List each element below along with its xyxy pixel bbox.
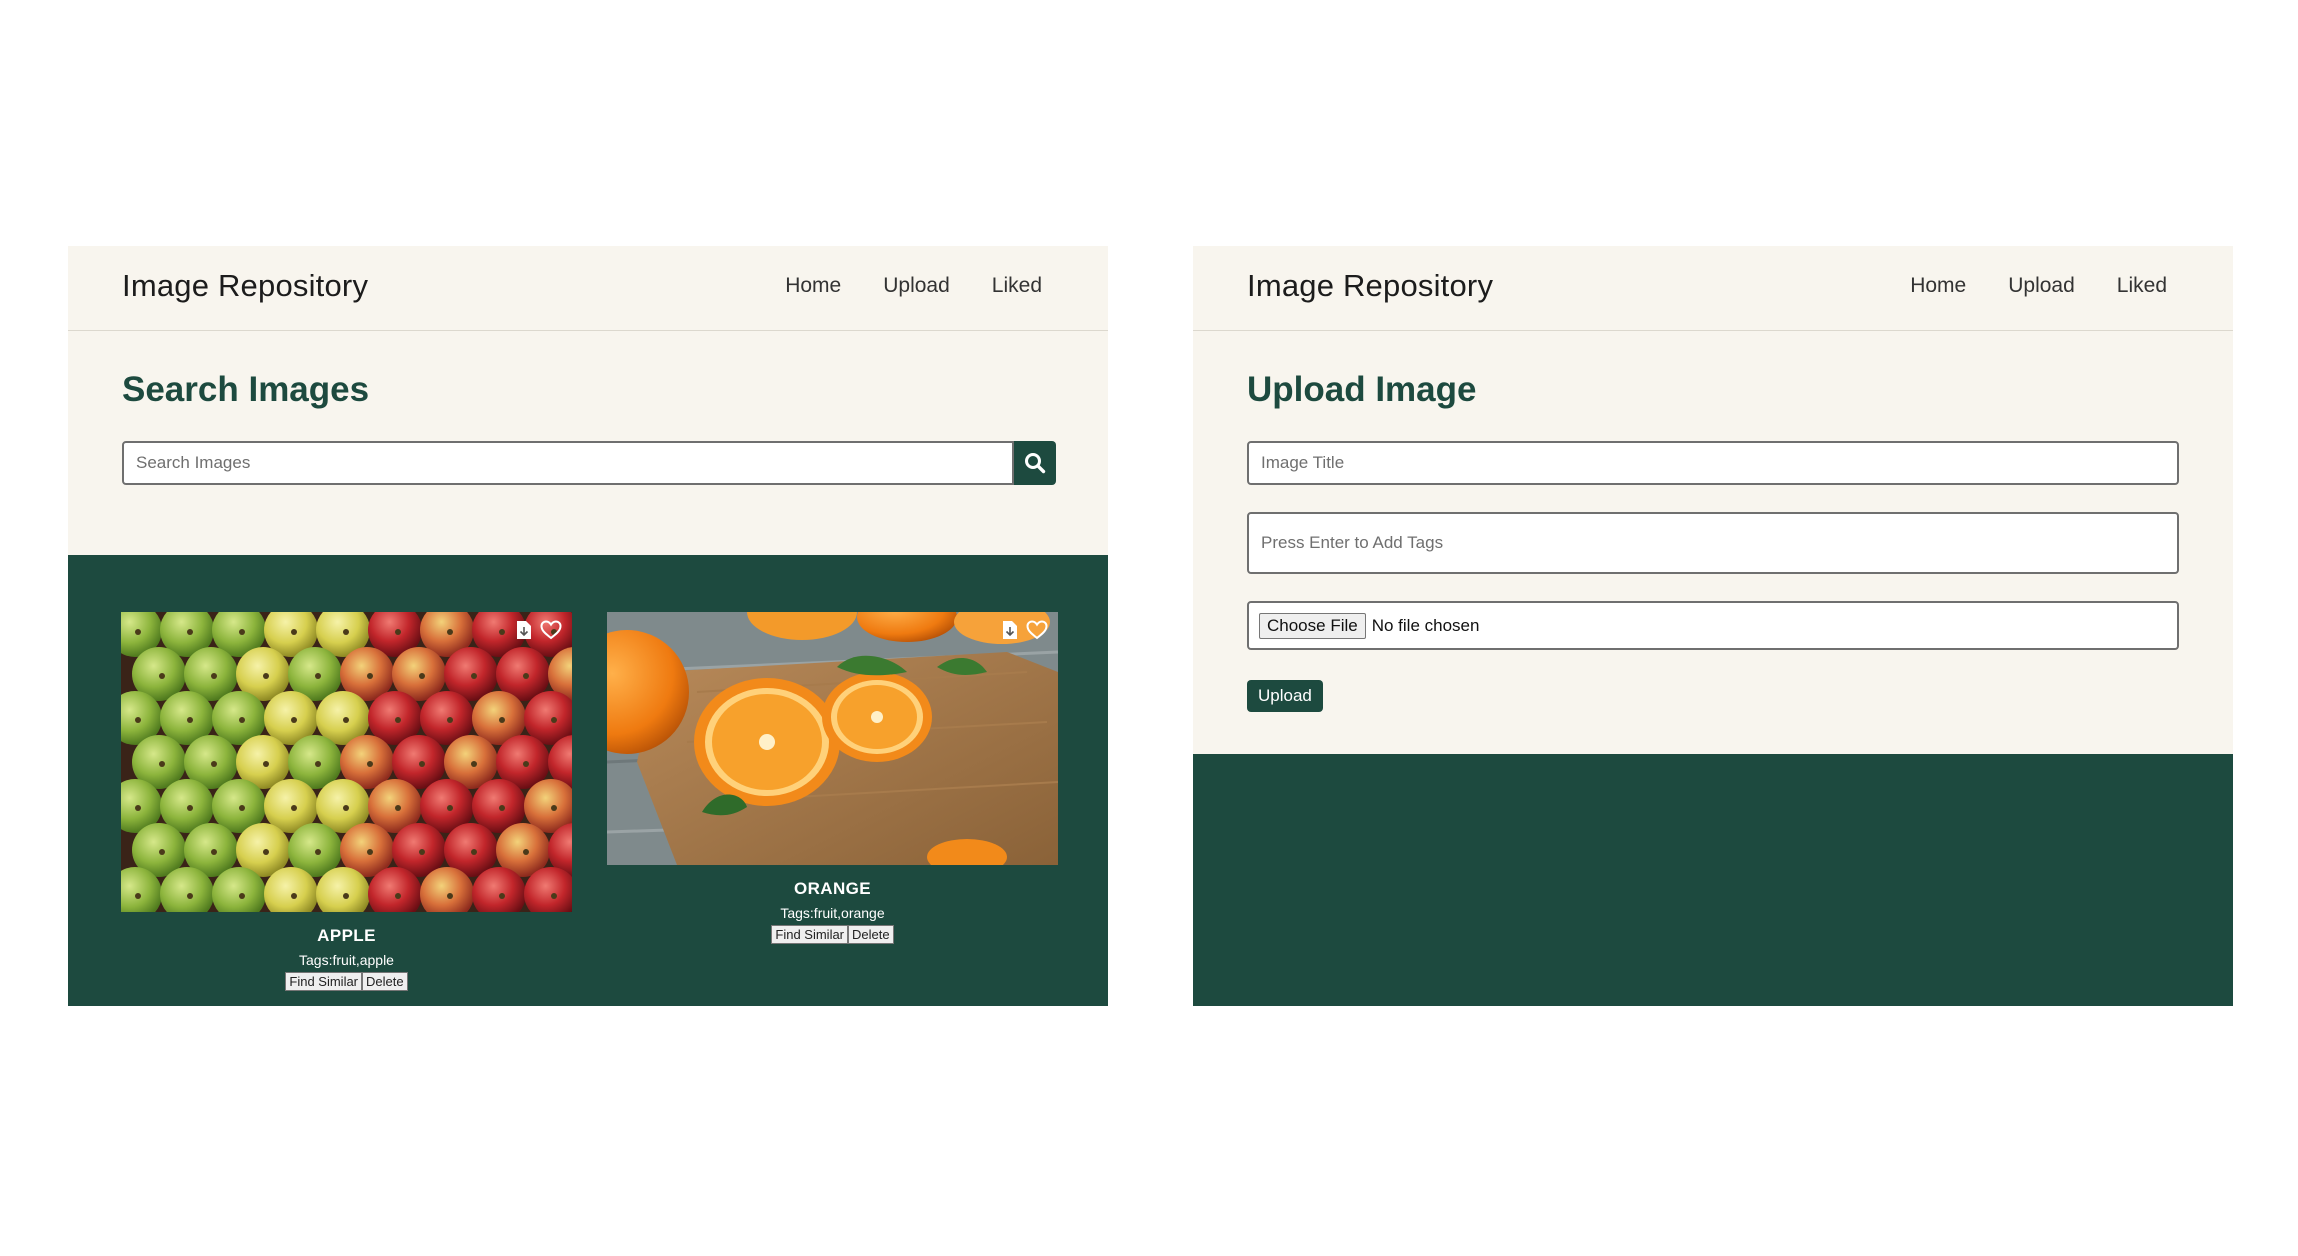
page-title: Search Images <box>122 370 370 409</box>
orange-photo <box>607 612 1058 865</box>
nav-links: Home Upload Liked <box>785 274 1042 298</box>
card-actions <box>516 620 562 640</box>
card-title: APPLE <box>317 926 376 945</box>
search-bar <box>122 441 1056 485</box>
nav-upload-link[interactable]: Upload <box>2008 274 2075 298</box>
search-page-panel: Image Repository Home Upload Liked Searc… <box>68 246 1108 1006</box>
page-title: Upload Image <box>1247 370 1477 409</box>
upload-button[interactable]: Upload <box>1247 680 1323 712</box>
image-gallery: APPLE Tags:fruit,apple Find Similar Dele… <box>68 555 1108 1006</box>
footer-area <box>1193 754 2233 1006</box>
nav-home-link[interactable]: Home <box>1910 274 1966 298</box>
apple-photo <box>121 612 572 912</box>
nav-liked-link[interactable]: Liked <box>2117 274 2167 298</box>
card-actions <box>1002 620 1048 640</box>
search-input[interactable] <box>122 441 1014 485</box>
brand-title[interactable]: Image Repository <box>1247 268 1493 304</box>
heart-icon[interactable] <box>540 620 562 640</box>
download-icon[interactable] <box>1002 620 1018 640</box>
brand-title[interactable]: Image Repository <box>122 268 368 304</box>
find-similar-button[interactable]: Find Similar <box>771 925 849 944</box>
download-icon[interactable] <box>516 620 532 640</box>
card-title: ORANGE <box>793 879 872 898</box>
tags-field[interactable] <box>1247 512 2179 574</box>
delete-button[interactable]: Delete <box>848 925 894 944</box>
image-card-orange: ORANGE Tags:fruit,orange Find Similar De… <box>607 612 1058 944</box>
nav-upload-link[interactable]: Upload <box>883 274 950 298</box>
card-buttons: Find Similar Delete <box>285 972 408 991</box>
image-card-apple: APPLE Tags:fruit,apple Find Similar Dele… <box>121 612 572 991</box>
card-tags: Tags:fruit,orange <box>780 905 885 921</box>
choose-file-button[interactable]: Choose File <box>1259 612 1366 639</box>
image-thumbnail[interactable] <box>121 612 572 912</box>
navbar: Image Repository Home Upload Liked <box>1193 246 2233 331</box>
nav-links: Home Upload Liked <box>1910 274 2167 298</box>
search-button[interactable] <box>1014 441 1056 485</box>
card-tags: Tags:fruit,apple <box>299 952 394 968</box>
image-thumbnail[interactable] <box>607 612 1058 865</box>
navbar: Image Repository Home Upload Liked <box>68 246 1108 331</box>
file-status: No file chosen <box>1371 615 1480 635</box>
delete-button[interactable]: Delete <box>362 972 408 991</box>
find-similar-button[interactable]: Find Similar <box>285 972 363 991</box>
file-input: Choose File No file chosen <box>1247 601 2179 650</box>
nav-liked-link[interactable]: Liked <box>992 274 1042 298</box>
upload-page-panel: Image Repository Home Upload Liked Uploa… <box>1193 246 2233 1006</box>
card-buttons: Find Similar Delete <box>771 925 894 944</box>
search-icon <box>1025 453 1046 474</box>
heart-icon[interactable] <box>1026 620 1048 640</box>
image-title-field[interactable] <box>1247 441 2179 485</box>
nav-home-link[interactable]: Home <box>785 274 841 298</box>
